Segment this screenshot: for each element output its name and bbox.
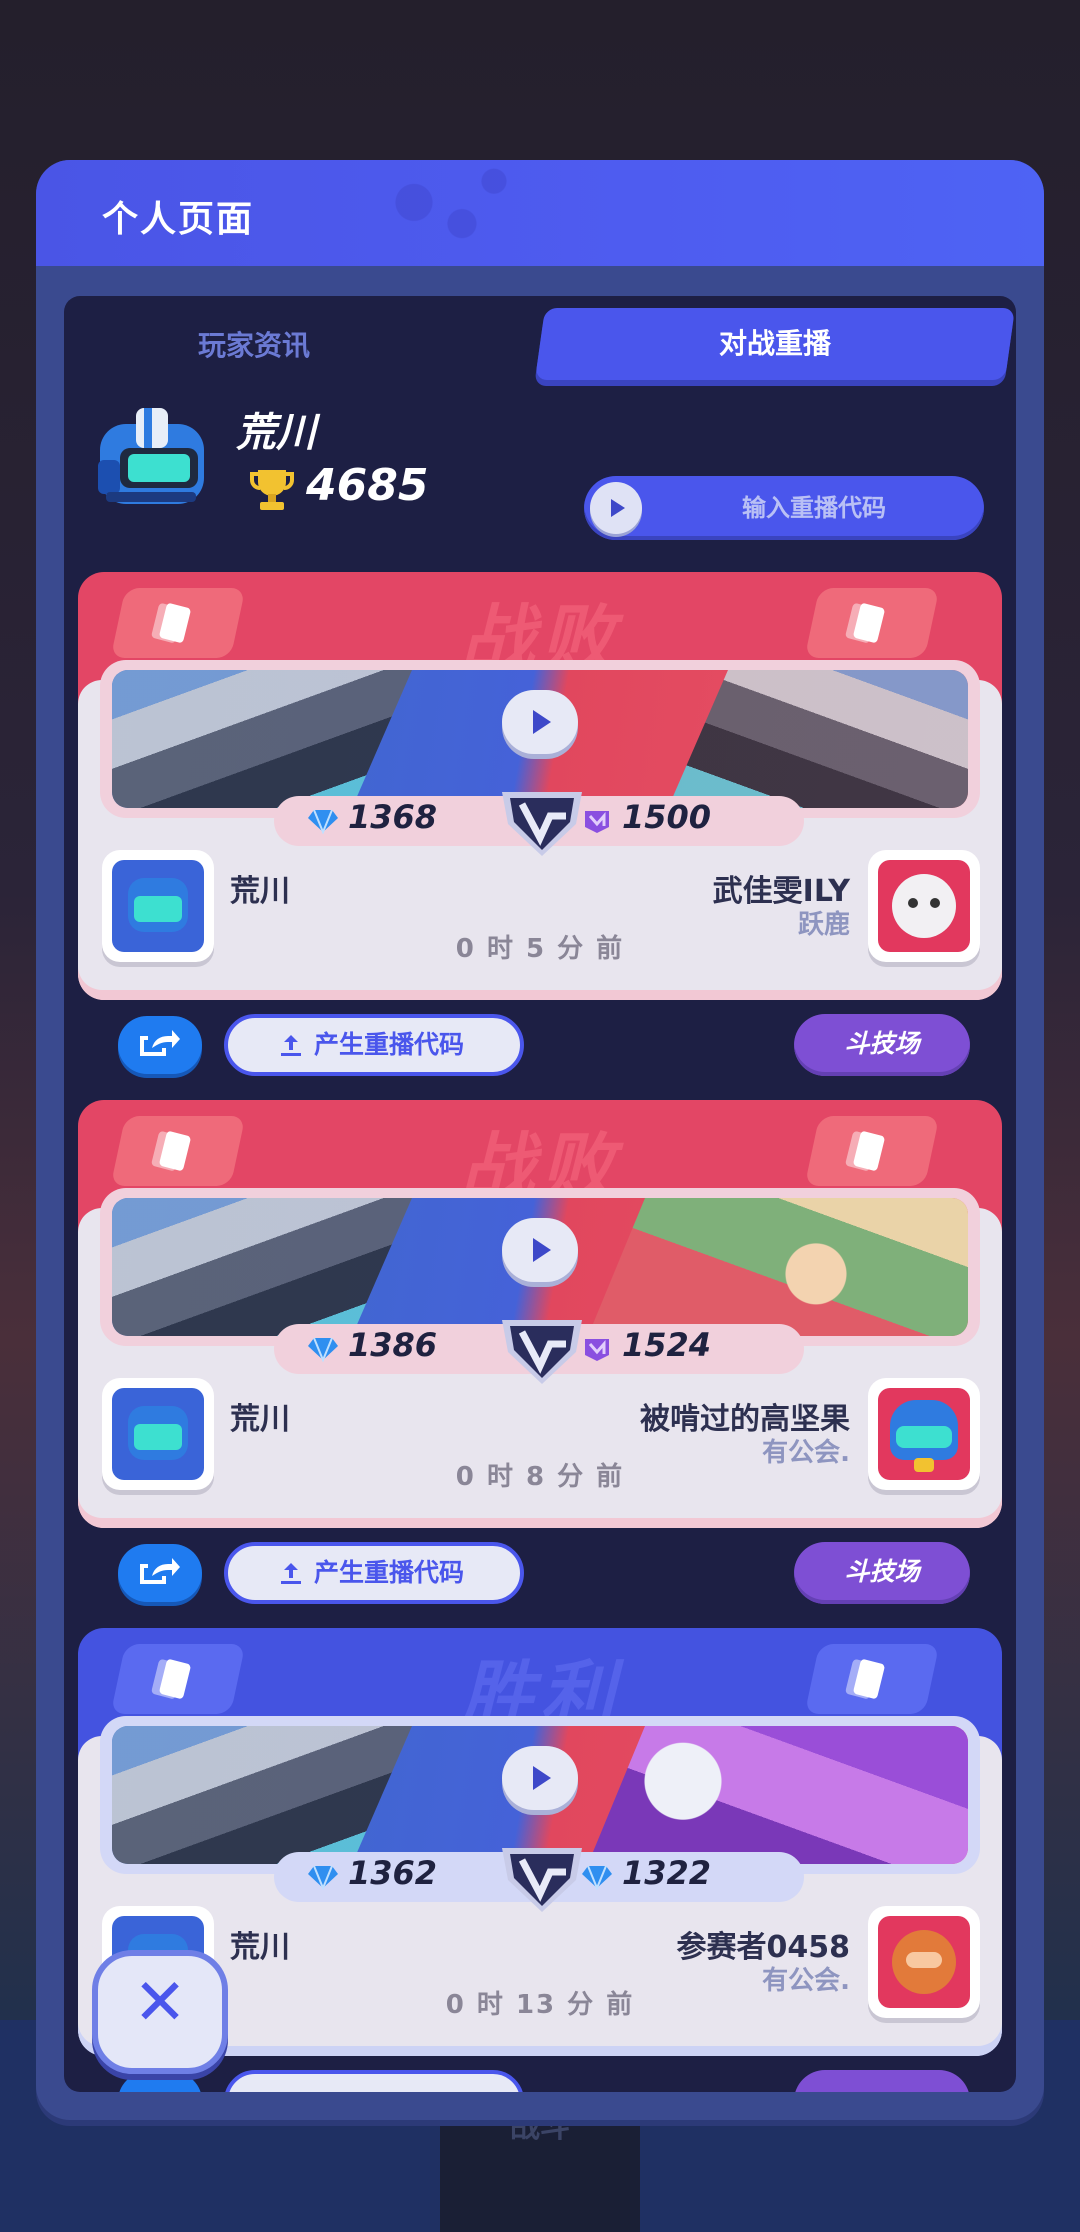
generate-replay-code-button[interactable]: 产生重播代码 xyxy=(224,1014,524,1076)
share-button[interactable] xyxy=(118,1544,202,1602)
tab-battle-replay[interactable]: 对战重播 xyxy=(534,308,1016,380)
play-replay-button[interactable] xyxy=(502,690,578,754)
upload-icon xyxy=(281,1563,301,1584)
page-title: 个人页面 xyxy=(102,199,255,240)
player-avatar-helmet-icon xyxy=(98,408,204,504)
vs-badge-icon xyxy=(502,1848,582,1912)
opponent-mech-art xyxy=(668,670,968,808)
close-icon: ✕ xyxy=(133,1966,187,2040)
diamond-rank-icon xyxy=(308,1865,338,1890)
generate-replay-code-label: 产生重播代码 xyxy=(314,1030,465,1059)
match-card: 战败 1368 1500 荒川 武佳雯ILY 跃鹿 0 时 5 分 前 xyxy=(78,572,1002,1000)
opponent-character-art xyxy=(588,1198,968,1336)
match-time: 0 时 5 分 前 xyxy=(455,934,625,964)
share-icon xyxy=(140,1030,180,1056)
share-button[interactable] xyxy=(118,1016,202,1074)
generate-replay-code-label: 产生重播代码 xyxy=(314,1558,465,1587)
generate-replay-code-button[interactable]: 产生重播代码 xyxy=(224,1542,524,1604)
arena-mode-label: 斗技场 xyxy=(844,1029,920,1058)
right-score: 1322 xyxy=(622,1854,712,1892)
match-card-body: 1368 1500 荒川 武佳雯ILY 跃鹿 0 时 5 分 前 xyxy=(78,660,1002,1000)
player-mech-art xyxy=(112,670,412,808)
player-name: 荒川 xyxy=(236,410,316,456)
play-icon xyxy=(590,482,642,534)
panel-content: 玩家资讯 对战重播 荒川 4685 输入重播代码 战败 1368 1500 荒川… xyxy=(64,296,1016,2092)
arena-mode-button[interactable] xyxy=(794,2070,970,2092)
left-score: 1362 xyxy=(348,1854,438,1892)
match-actions: 产生重播代码 斗技场 xyxy=(64,1542,1016,1604)
match-actions xyxy=(64,2070,1016,2092)
enter-replay-code-button[interactable]: 输入重播代码 xyxy=(584,476,984,540)
upload-icon xyxy=(281,1035,301,1056)
enter-replay-code-label: 输入重播代码 xyxy=(742,494,886,522)
player-name-label: 荒川 xyxy=(230,1402,290,1437)
player-mech-art xyxy=(112,1726,412,1864)
tab-battle-replay-label: 对战重播 xyxy=(718,327,831,360)
close-button[interactable]: ✕ xyxy=(92,1950,228,2074)
right-score: 1524 xyxy=(622,1326,712,1364)
arena-mode-button[interactable]: 斗技场 xyxy=(794,1542,970,1604)
share-icon xyxy=(140,1558,180,1584)
opponent-character-art xyxy=(588,1726,968,1864)
match-actions: 产生重播代码 斗技场 xyxy=(64,1014,1016,1076)
play-replay-button[interactable] xyxy=(502,1746,578,1810)
vs-badge-icon xyxy=(502,1320,582,1384)
panel-header: 个人页面 xyxy=(36,160,1044,266)
header-decoration xyxy=(366,160,526,266)
match-time: 0 时 8 分 前 xyxy=(455,1462,625,1492)
play-replay-button[interactable] xyxy=(502,1218,578,1282)
profile-panel: 个人页面 玩家资讯 对战重播 荒川 4685 输入重播代码 战败 1368 15… xyxy=(36,160,1044,2120)
left-score: 1386 xyxy=(348,1326,438,1364)
diamond-rank-icon xyxy=(308,1337,338,1362)
trophy-icon xyxy=(250,470,294,510)
share-button[interactable] xyxy=(118,2072,202,2092)
player-mech-art xyxy=(112,1198,412,1336)
arena-mode-label: 斗技场 xyxy=(844,1557,920,1586)
left-score: 1368 xyxy=(348,798,438,836)
diamond-rank-icon xyxy=(308,809,338,834)
vs-badge-icon xyxy=(502,792,582,856)
player-name-label: 荒川 xyxy=(230,1930,290,1965)
right-score: 1500 xyxy=(622,798,712,836)
trophy-count: 4685 xyxy=(306,460,429,511)
tab-player-info[interactable]: 玩家资讯 xyxy=(104,316,404,376)
match-card: 战败 1386 1524 荒川 被啃过的高坚果 有公会. 0 时 8 分 前 xyxy=(78,1100,1002,1528)
generate-replay-code-button[interactable] xyxy=(224,2070,524,2092)
match-card-body: 1386 1524 荒川 被啃过的高坚果 有公会. 0 时 8 分 前 xyxy=(78,1188,1002,1528)
arena-mode-button[interactable]: 斗技场 xyxy=(794,1014,970,1076)
player-name-label: 荒川 xyxy=(230,874,290,909)
